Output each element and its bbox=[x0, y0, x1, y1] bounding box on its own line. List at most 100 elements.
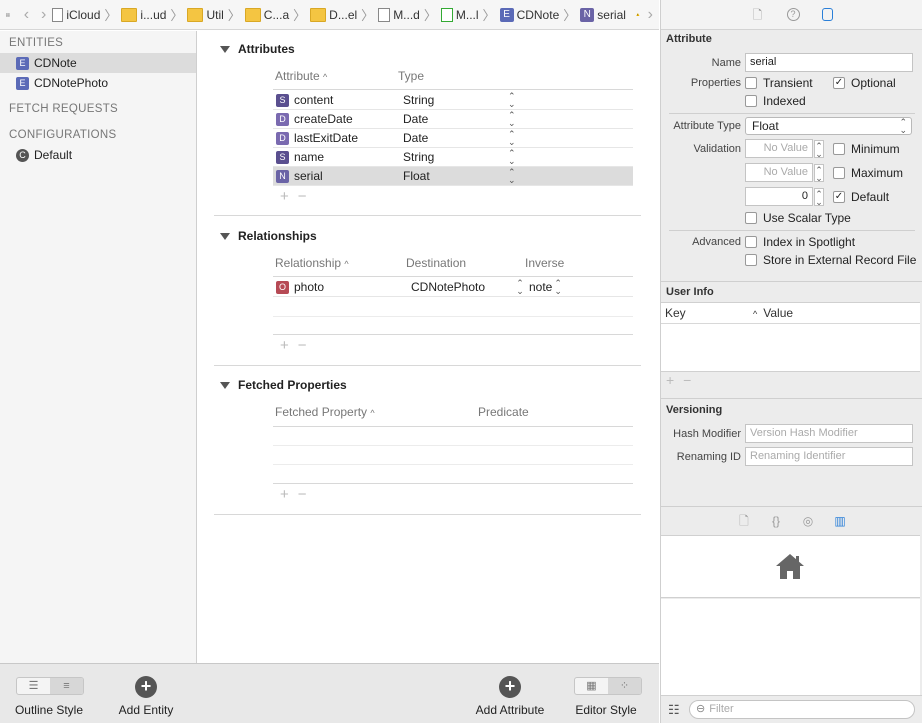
breadcrumb-item[interactable]: E CDNote 〉 bbox=[499, 5, 581, 24]
sidebar-item-cdnote[interactable]: E CDNote bbox=[0, 53, 196, 73]
checkbox-box[interactable] bbox=[833, 143, 845, 155]
outline-style-control[interactable]: ☰ ≡ bbox=[16, 677, 84, 695]
breadcrumb-item[interactable]: i...ud 〉 bbox=[121, 5, 187, 24]
spotlight-checkbox[interactable]: Index in Spotlight bbox=[745, 235, 855, 249]
filter-field[interactable]: ⊖ Filter bbox=[689, 700, 915, 719]
maximum-value-field[interactable]: No Value bbox=[745, 163, 813, 182]
add-remove-relationship-buttons[interactable]: +− bbox=[280, 337, 316, 354]
graph-style-icon[interactable]: ⁘ bbox=[608, 678, 641, 694]
forward-arrow-icon[interactable]: › bbox=[648, 6, 653, 22]
destination-column-header[interactable]: Destination bbox=[406, 256, 466, 270]
table-row[interactable]: Scontent String ⌃ ⌄ bbox=[273, 91, 633, 110]
disclosure-triangle-icon[interactable] bbox=[220, 45, 230, 53]
minimum-value-field[interactable]: No Value bbox=[745, 139, 813, 158]
breadcrumb-item[interactable]: D...el 〉 bbox=[310, 5, 378, 24]
minimum-checkbox[interactable]: Minimum bbox=[833, 142, 900, 156]
divider bbox=[661, 323, 920, 324]
checkbox-box[interactable] bbox=[745, 254, 757, 266]
default-checkbox[interactable]: ✓ Default bbox=[833, 190, 889, 204]
updown-arrows-icon[interactable]: ⌃ ⌄ bbox=[508, 92, 516, 109]
breadcrumb-item[interactable]: Util 〉 bbox=[187, 5, 244, 24]
breadcrumb-item[interactable]: iCloud 〉 bbox=[52, 5, 121, 24]
attributes-section-header[interactable]: Attributes bbox=[220, 42, 295, 56]
add-entity-button[interactable]: + bbox=[135, 676, 157, 698]
entity-icon: E bbox=[499, 7, 514, 22]
updown-arrows-icon[interactable]: ⌃ ⌄ bbox=[511, 279, 529, 296]
add-attribute-button[interactable]: + bbox=[499, 676, 521, 698]
attribute-column-header[interactable]: Attribute ^ bbox=[275, 69, 327, 83]
attribute-type-popup[interactable]: Float ⌃ ⌄ bbox=[745, 117, 912, 135]
data-model-inspector-icon[interactable] bbox=[821, 8, 833, 21]
warning-icon[interactable] bbox=[636, 8, 640, 21]
name-field[interactable]: serial bbox=[745, 53, 913, 72]
maximum-checkbox[interactable]: Maximum bbox=[833, 166, 903, 180]
code-snippet-icon[interactable]: {} bbox=[769, 514, 783, 528]
list-view-icon[interactable]: ☷ bbox=[668, 702, 680, 718]
updown-arrows-icon[interactable]: ⌃ ⌄ bbox=[508, 130, 516, 147]
updown-arrows-icon[interactable]: ⌃ ⌄ bbox=[508, 111, 516, 128]
type-column-header[interactable]: Type bbox=[398, 69, 424, 83]
table-row[interactable]: Ophoto CDNotePhoto ⌃ ⌄ note ⌃ ⌄ bbox=[273, 278, 633, 297]
table-row[interactable]: DlastExitDate Date ⌃ ⌄ bbox=[273, 129, 633, 148]
hash-modifier-field[interactable]: Version Hash Modifier bbox=[745, 424, 913, 443]
fetched-property-column-header[interactable]: Fetched Property ^ bbox=[275, 405, 375, 419]
editor-style-control[interactable]: ▦ ⁘ bbox=[574, 677, 642, 695]
predicate-column-header[interactable]: Predicate bbox=[478, 405, 529, 419]
optional-checkbox[interactable]: ✓ Optional bbox=[833, 76, 896, 90]
add-entity-label: Add Entity bbox=[118, 703, 174, 717]
relationships-section-header[interactable]: Relationships bbox=[220, 229, 317, 243]
checkmark-icon[interactable]: ✓ bbox=[833, 77, 845, 89]
outline-hierarchy-icon[interactable]: ≡ bbox=[50, 678, 83, 694]
indexed-checkbox[interactable]: Indexed bbox=[745, 94, 806, 108]
related-items-grid-icon[interactable] bbox=[6, 8, 10, 22]
media-library-icon[interactable]: ▥ bbox=[833, 514, 847, 528]
stepper-icon[interactable]: ⌃ ⌄ bbox=[814, 188, 824, 207]
checkbox-box[interactable] bbox=[745, 212, 757, 224]
disclosure-triangle-icon[interactable] bbox=[220, 232, 230, 240]
external-record-checkbox[interactable]: Store in External Record File bbox=[745, 253, 916, 267]
breadcrumb-item[interactable]: M...l 〉 bbox=[440, 5, 500, 24]
key-column-header[interactable]: Key bbox=[665, 306, 686, 320]
updown-arrows-icon[interactable]: ⌃ ⌄ bbox=[554, 279, 562, 296]
default-value-field[interactable]: 0 bbox=[745, 187, 813, 206]
checkbox-box[interactable] bbox=[745, 77, 757, 89]
breadcrumb-item[interactable]: Nserial bbox=[580, 7, 626, 22]
stepper-icon[interactable]: ⌃ ⌄ bbox=[814, 140, 824, 159]
disclosure-triangle-icon[interactable] bbox=[220, 381, 230, 389]
checkbox-box[interactable] bbox=[833, 167, 845, 179]
checkbox-box[interactable] bbox=[745, 236, 757, 248]
scalar-type-checkbox[interactable]: Use Scalar Type bbox=[745, 211, 851, 225]
checkbox-box[interactable] bbox=[745, 95, 757, 107]
sidebar-item-default-config[interactable]: C Default bbox=[0, 145, 196, 165]
table-row-selected[interactable]: Nserial Float ⌃ ⌄ bbox=[273, 167, 633, 186]
outline-flat-icon[interactable]: ☰ bbox=[17, 678, 50, 694]
checkmark-icon[interactable]: ✓ bbox=[833, 191, 845, 203]
file-template-icon[interactable]: 🗋 bbox=[737, 514, 751, 528]
breadcrumb-item[interactable]: C...a 〉 bbox=[244, 5, 310, 24]
table-row[interactable]: Sname String ⌃ ⌄ bbox=[273, 148, 633, 167]
forward-arrow-icon[interactable]: › bbox=[41, 6, 46, 22]
updown-arrows-icon[interactable]: ⌃ ⌄ bbox=[508, 149, 516, 166]
object-library-icon[interactable]: ◎ bbox=[801, 514, 815, 528]
stepper-icon[interactable]: ⌃ ⌄ bbox=[814, 164, 824, 183]
renaming-id-field[interactable]: Renaming Identifier bbox=[745, 447, 913, 466]
updown-arrows-icon[interactable]: ⌃ ⌄ bbox=[508, 168, 516, 185]
house-icon[interactable] bbox=[774, 552, 806, 580]
add-remove-user-info-buttons[interactable]: +− bbox=[666, 372, 700, 388]
file-inspector-icon[interactable]: 🗋 bbox=[751, 8, 765, 22]
relationship-column-header[interactable]: Relationship ^ bbox=[275, 256, 349, 270]
table-row[interactable]: DcreateDate Date ⌃ ⌄ bbox=[273, 110, 633, 129]
inverse-column-header[interactable]: Inverse bbox=[525, 256, 564, 270]
back-arrow-icon[interactable]: ‹ bbox=[24, 6, 29, 22]
fetched-properties-section-header[interactable]: Fetched Properties bbox=[220, 378, 347, 392]
add-remove-fetched-property-buttons[interactable]: +− bbox=[280, 486, 316, 503]
table-style-icon[interactable]: ▦ bbox=[575, 678, 608, 694]
quick-help-icon[interactable]: ? bbox=[786, 8, 800, 21]
user-info-table[interactable]: Key ^ Value bbox=[661, 302, 920, 372]
breadcrumb-item[interactable]: M...d 〉 bbox=[378, 5, 441, 24]
value-column-header[interactable]: ^ Value bbox=[753, 306, 793, 320]
add-remove-attribute-buttons[interactable]: +− bbox=[280, 188, 316, 205]
sidebar-item-cdnotephoto[interactable]: E CDNotePhoto bbox=[0, 73, 196, 93]
transient-checkbox[interactable]: Transient bbox=[745, 76, 813, 90]
folder-icon bbox=[187, 7, 204, 22]
